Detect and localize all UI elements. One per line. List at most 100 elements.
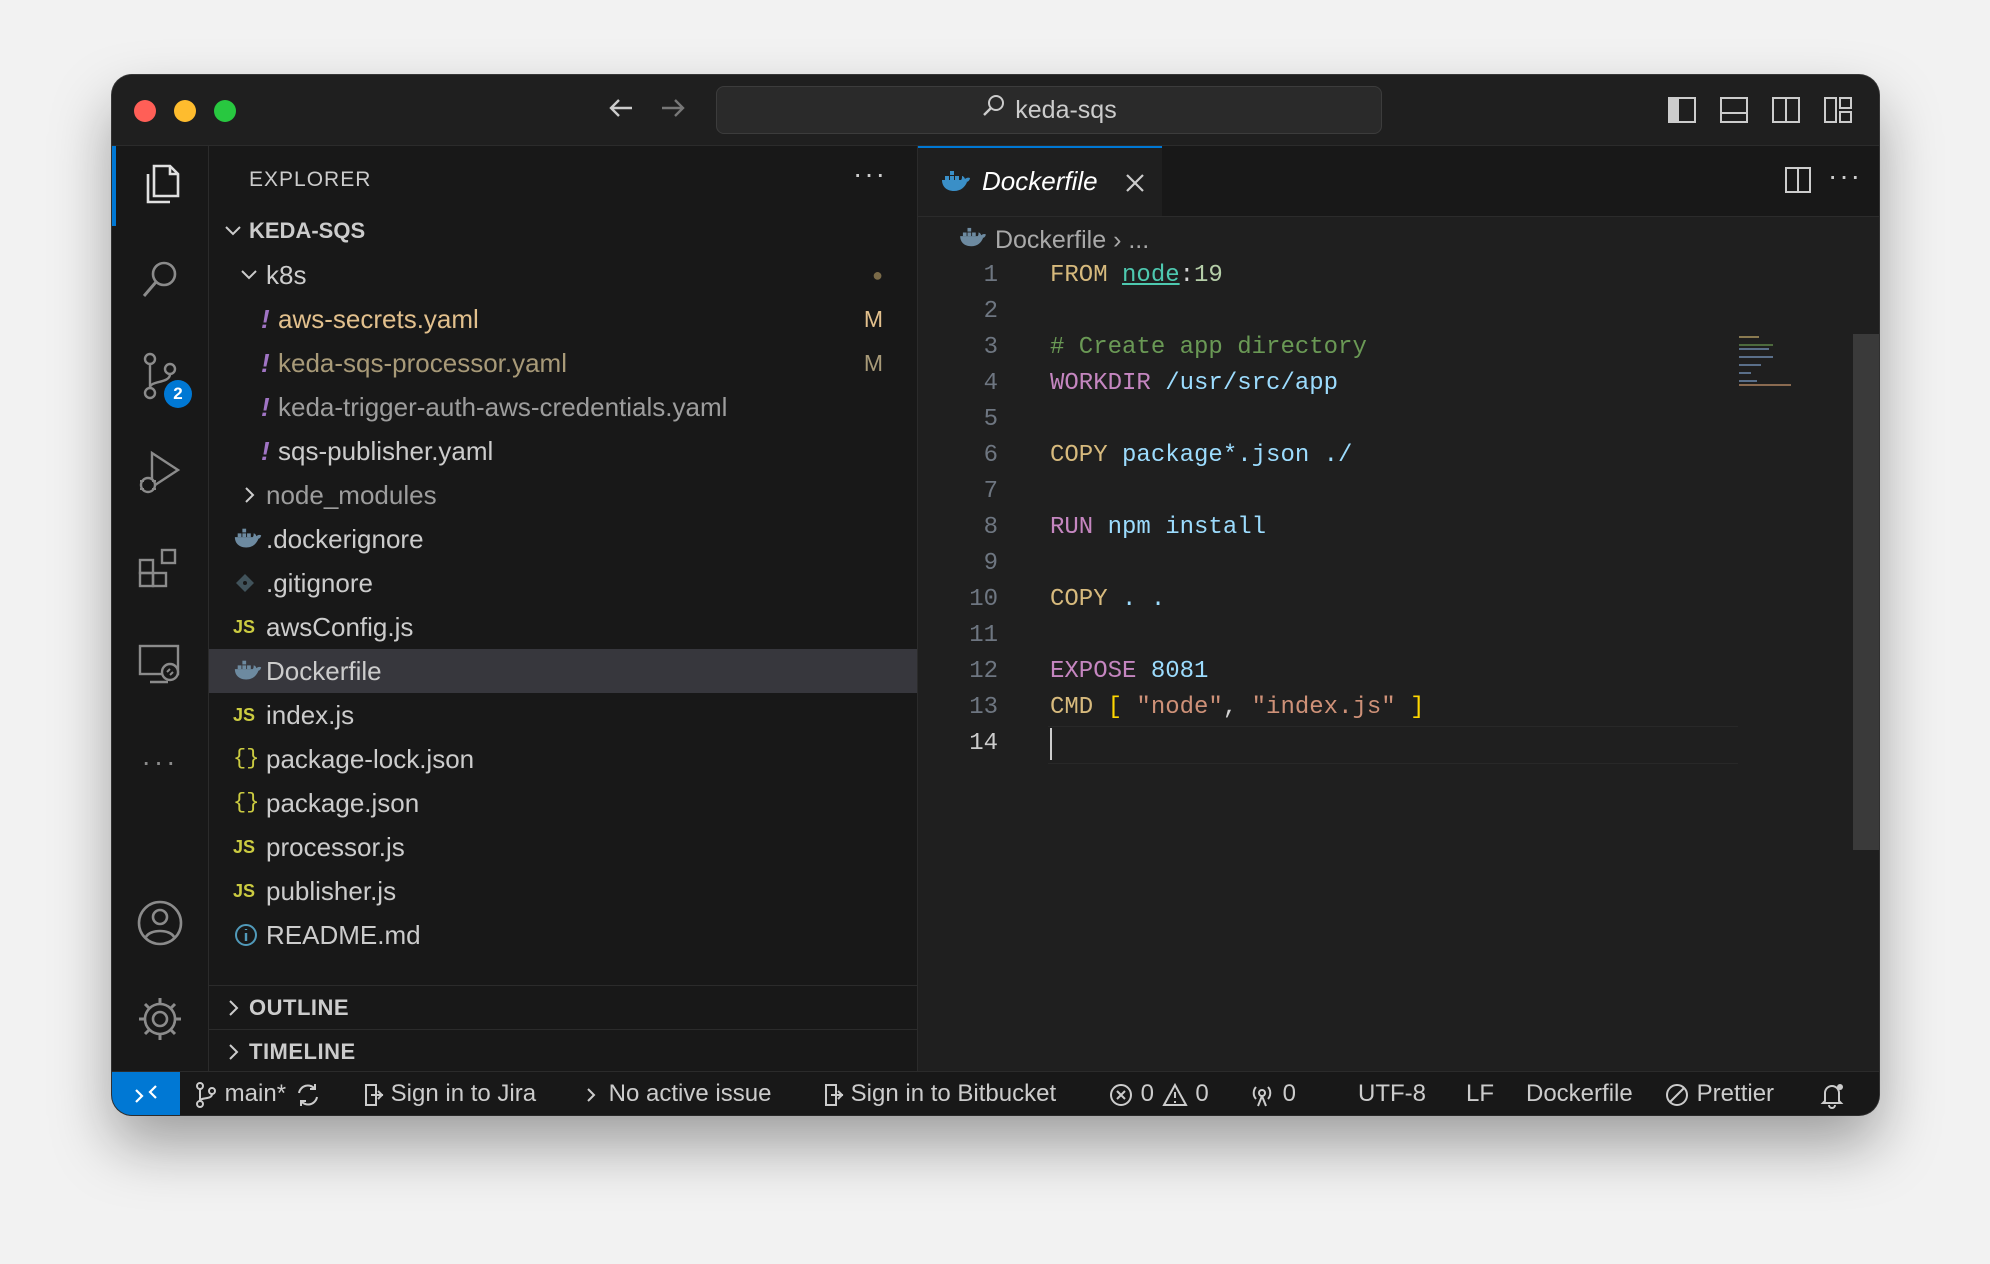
chevron-right-icon: › [1113,226,1129,254]
source-control-activity[interactable]: 2 [112,338,208,418]
line-number: 8 [983,514,998,541]
remote-indicator[interactable] [112,1072,180,1115]
code-line[interactable]: 10 COPY . . [918,582,1818,618]
breadcrumb-symbols[interactable]: ... [1128,226,1149,254]
prettier-disabled-icon [1664,1080,1690,1107]
maximize-window-button[interactable] [214,100,236,122]
command-center-search[interactable]: keda-sqs [716,86,1382,134]
toggle-primary-sidebar-icon[interactable] [1668,97,1696,123]
problems-item[interactable]: 0 0 [1108,1072,1209,1115]
code-token: COPY [1050,586,1123,613]
forward-arrow-icon[interactable] [658,93,688,131]
tree-file[interactable]: {} package.json [209,781,917,825]
editor-more-actions-icon[interactable]: ··· [1828,160,1862,192]
search-activity[interactable] [112,242,208,322]
tree-file[interactable]: README.md [209,913,917,957]
tree-item-label: keda-trigger-auth-aws-credentials.yaml [278,392,728,422]
tab-label: Dockerfile [982,166,1098,196]
code-line[interactable]: 2 [918,294,1818,330]
toggle-panel-icon[interactable] [1720,97,1748,123]
timeline-section[interactable]: TIMELINE [209,1029,917,1074]
accounts-activity[interactable] [112,885,208,965]
code-line[interactable]: 5 [918,402,1818,438]
code-token: "index.js" [1251,694,1396,721]
code-text: COPY package*.json ./ [1050,438,1352,474]
extensions-activity[interactable] [112,530,208,610]
code-line[interactable]: 14 [918,726,1818,762]
remote-explorer-icon [136,640,184,693]
tree-folder[interactable]: node_modules [209,473,917,517]
code-line[interactable]: 8 RUN npm install [918,510,1818,546]
code-line[interactable]: 11 [918,618,1818,654]
branch-item[interactable]: main* [194,1072,323,1115]
customize-layout-icon[interactable] [1824,97,1852,123]
editor-scrollbar[interactable] [1853,334,1879,850]
toggle-secondary-sidebar-icon[interactable] [1772,97,1800,123]
tree-file[interactable]: JS processor.js [209,825,917,869]
tree-file[interactable]: JS index.js [209,693,917,737]
code-line[interactable]: 9 [918,546,1818,582]
timeline-label: TIMELINE [249,1039,356,1064]
tree-file[interactable]: ! keda-trigger-auth-aws-credentials.yaml [209,385,917,429]
json-file-icon: {} [233,746,260,771]
tree-file[interactable]: JS publisher.js [209,869,917,913]
explorer-sidebar: EXPLORER ··· KEDA-SQS k8s ●! aws-secrets.y… [209,146,918,1071]
split-editor-icon[interactable] [1784,166,1812,199]
tree-file[interactable]: ! aws-secrets.yaml M [209,297,917,341]
tree-item-label: index.js [266,700,355,730]
code-token: # Create app directory [1050,334,1367,361]
line-number: 13 [969,694,998,721]
tree-file[interactable]: .gitignore [209,561,917,605]
active-issue[interactable]: No active issue [582,1072,771,1115]
tree-file[interactable]: JS awsConfig.js [209,605,917,649]
ports-item[interactable]: 0 [1248,1072,1296,1115]
code-line[interactable]: 13 CMD [ "node", "index.js" ] [918,690,1818,726]
close-window-button[interactable] [134,100,156,122]
language-mode-item[interactable]: Dockerfile [1526,1072,1633,1115]
run-debug-activity[interactable] [112,434,208,514]
bitbucket-signin[interactable]: Sign in to Bitbucket [822,1072,1056,1115]
line-number: 9 [983,550,998,577]
search-icon [981,88,1007,134]
breadcrumb-file[interactable]: Dockerfile [995,226,1106,254]
tree-file[interactable]: Dockerfile [209,649,917,693]
breadcrumb: Dockerfile › ... [958,226,1149,256]
explorer-title: EXPLORER [249,168,372,191]
tree-item-label: node_modules [266,480,437,510]
code-token: : [1179,262,1195,289]
tree-folder[interactable]: k8s ● [209,253,917,297]
tree-file[interactable]: .dockerignore [209,517,917,561]
manage-activity[interactable] [112,981,208,1061]
tree-file[interactable]: ! sqs-publisher.yaml [209,429,917,473]
close-icon[interactable] [1122,162,1148,210]
sync-icon[interactable] [293,1080,323,1107]
code-line[interactable]: 6 COPY package*.json ./ [918,438,1818,474]
tree-item-label: .gitignore [266,568,373,598]
explorer-more-actions[interactable]: ··· [853,158,887,190]
eol-item[interactable]: LF [1466,1072,1494,1115]
tree-file[interactable]: {} package-lock.json [209,737,917,781]
encoding-item[interactable]: UTF-8 [1358,1072,1426,1115]
more-activity[interactable]: ··· [112,722,208,802]
prettier-item[interactable]: Prettier [1664,1072,1774,1115]
outline-section[interactable]: OUTLINE [209,985,917,1030]
code-line[interactable]: 4 WORKDIR /usr/src/app [918,366,1818,402]
code-line[interactable]: 7 [918,474,1818,510]
line-number: 11 [969,622,998,649]
active-issue-label: No active issue [608,1080,772,1107]
tab-dockerfile[interactable]: Dockerfile [918,146,1162,216]
workspace-root[interactable]: KEDA-SQS [209,209,917,253]
explorer-activity[interactable] [112,146,208,226]
tree-file[interactable]: ! keda-sqs-processor.yaml M [209,341,917,385]
remote-explorer-activity[interactable] [112,626,208,706]
jira-signin[interactable]: Sign in to Jira [362,1072,536,1115]
notifications-item[interactable] [1818,1072,1846,1115]
minimize-window-button[interactable] [174,100,196,122]
git-branch-icon [194,1080,218,1108]
code-line[interactable]: 12 EXPOSE 8081 [918,654,1818,690]
code-line[interactable]: 1 FROM node:19 [918,258,1818,294]
back-arrow-icon[interactable] [606,93,636,131]
account-icon [135,898,185,953]
code-line[interactable]: 3 # Create app directory [918,330,1818,366]
workspace-root-label: KEDA-SQS [249,218,366,243]
